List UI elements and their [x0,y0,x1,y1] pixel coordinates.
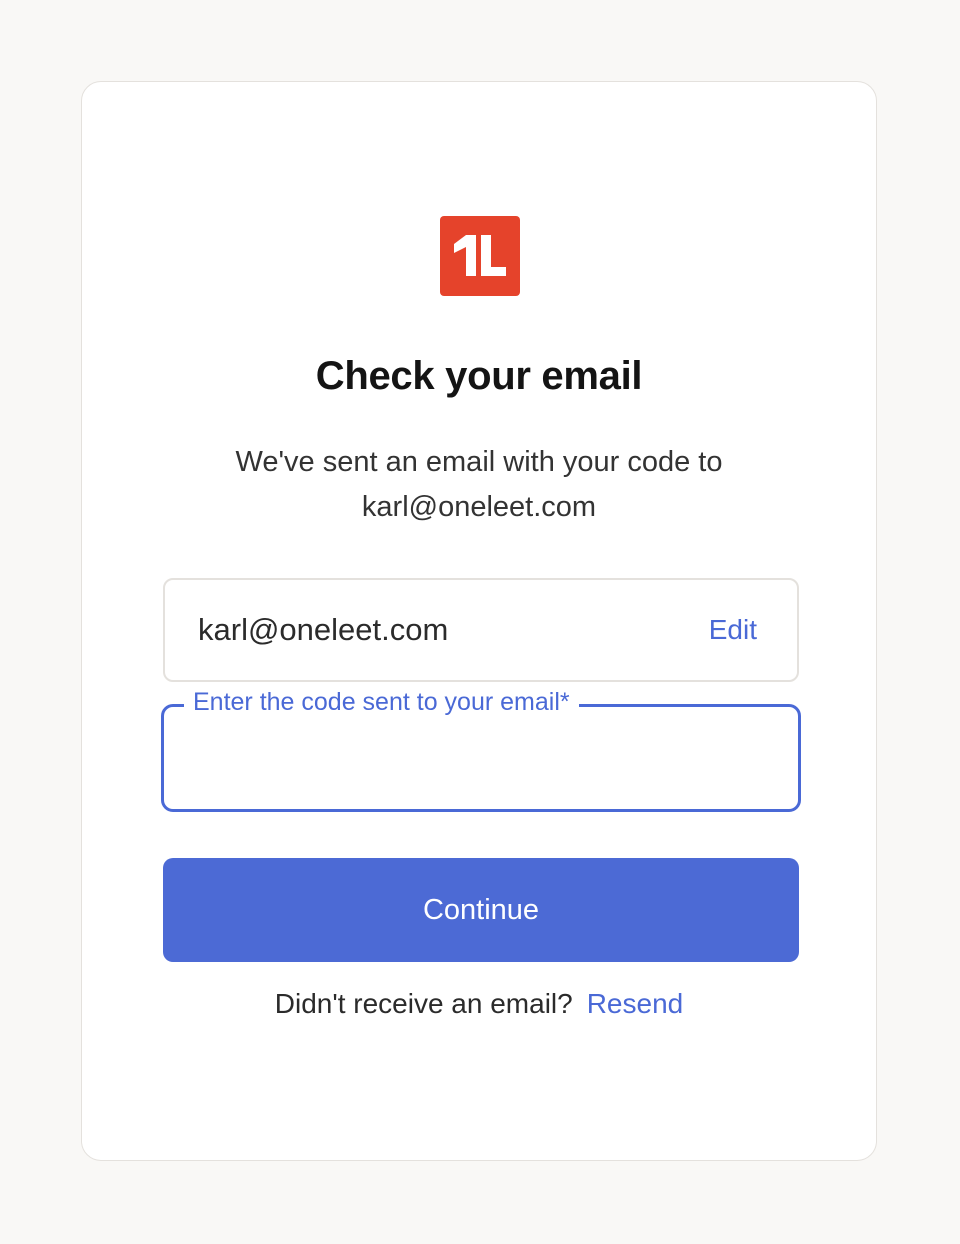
resend-link[interactable]: Resend [587,988,684,1019]
auth-card: Check your email We've sent an email wit… [81,81,877,1161]
email-value: karl@oneleet.com [198,612,449,647]
verification-code-field[interactable]: Enter the code sent to your email* [161,685,801,812]
subtitle-email: karl@oneleet.com [361,491,597,523]
oneleet-logo-icon [440,216,520,296]
page-title: Check your email [315,354,643,398]
page-subtitle: We've sent an email with your code to ka… [82,440,876,530]
email-display-field: karl@oneleet.com Edit [163,578,799,682]
verification-code-label: Enter the code sent to your email* [184,685,579,719]
subtitle-message: We've sent an email with your code to [235,446,723,478]
continue-button[interactable]: Continue [163,858,799,962]
edit-email-link[interactable]: Edit [709,612,757,648]
resend-prompt: Didn't receive an email? [274,988,573,1019]
verification-code-input[interactable] [184,733,778,785]
resend-row: Didn't receive an email? Resend [82,986,876,1022]
